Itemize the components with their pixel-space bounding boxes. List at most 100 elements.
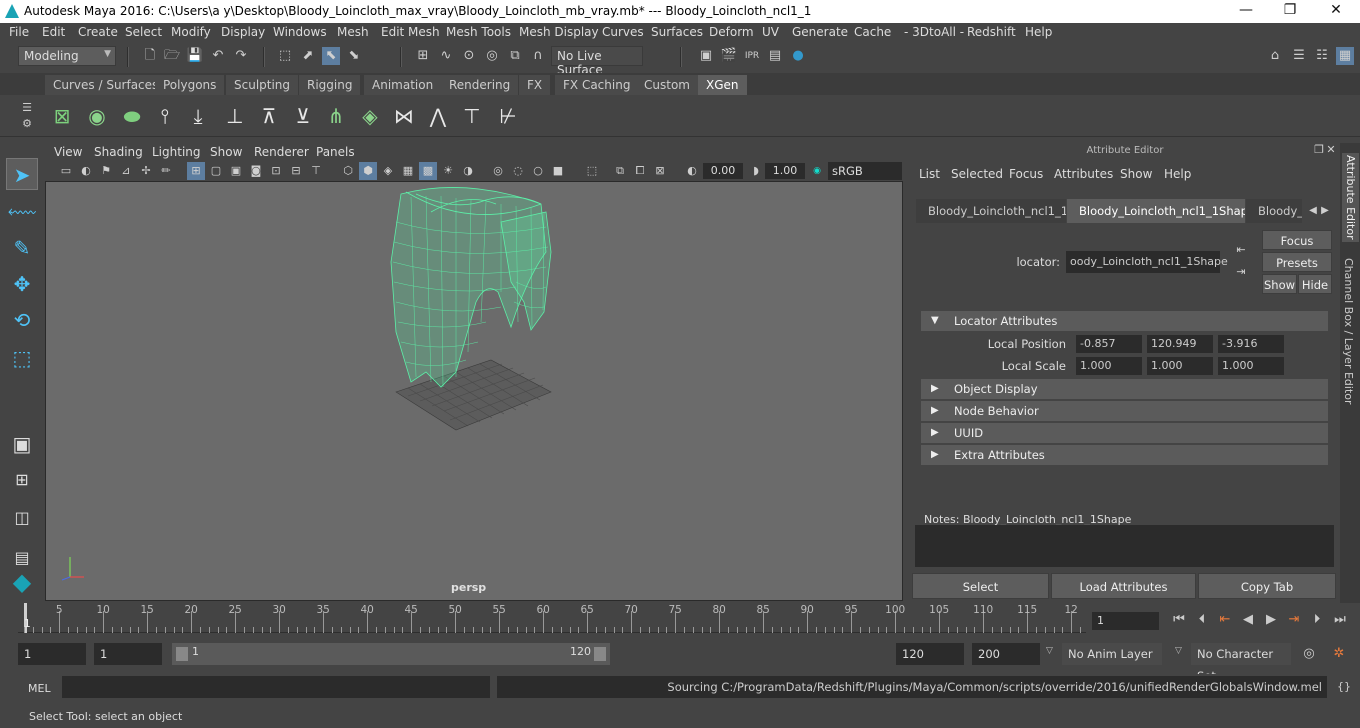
range-end-handle[interactable] (594, 647, 606, 661)
select-hierarchy-icon[interactable]: ⬚ (276, 47, 294, 65)
menu-deform[interactable]: Deform (709, 25, 754, 39)
close-panel-icon[interactable]: ✕ (1322, 143, 1340, 157)
shelf-tab-xgen[interactable]: XGen (698, 75, 747, 95)
menu-mesh-tools[interactable]: Mesh Tools (446, 25, 511, 39)
safe-action-icon[interactable]: ⊟ (287, 162, 305, 180)
menu-windows[interactable]: Windows (273, 25, 327, 39)
anti-alias-icon[interactable]: ○ (529, 162, 547, 180)
use-lights-icon[interactable]: ☀ (439, 162, 457, 180)
textured-icon[interactable]: ▦ (399, 162, 417, 180)
wireframe-on-shaded-icon[interactable]: ◈ (379, 162, 397, 180)
image-plane-icon[interactable]: ⊿ (117, 162, 135, 180)
viewport-menu-view[interactable]: View (54, 145, 82, 159)
menu-cache[interactable]: Cache (854, 25, 891, 39)
bend-guides-icon[interactable]: ⋔ (321, 101, 351, 131)
viewport-menu-lighting[interactable]: Lighting (152, 145, 201, 159)
xray-components-icon[interactable]: ⊠ (651, 162, 669, 180)
render-settings-icon[interactable]: ▤ (766, 47, 784, 65)
menu-file[interactable]: File (9, 25, 29, 39)
select-node-icon[interactable]: ⇤ (1232, 241, 1250, 259)
select-objects-icon[interactable]: ⬈ (299, 47, 317, 65)
delete-guides-icon[interactable]: ⊬ (493, 101, 523, 131)
viewport-menu-panels[interactable]: Panels (316, 145, 355, 159)
hide-button[interactable]: Hide (1298, 274, 1332, 294)
menu-generate[interactable]: Generate (792, 25, 848, 39)
menu-uv[interactable]: UV (762, 25, 779, 39)
attribute-editor-toggle-icon[interactable]: ☰ (1290, 47, 1308, 65)
xgen-preview-icon[interactable]: ◉ (82, 101, 112, 131)
shelf-settings-icon[interactable]: ⚙ (18, 115, 36, 133)
ae-tab-transform[interactable]: Bloody_Loincloth_ncl1_1 (916, 199, 1066, 223)
viewport-menu-renderer[interactable]: Renderer (254, 145, 309, 159)
local-position-x-field[interactable]: -0.857 (1076, 335, 1142, 353)
menu-help[interactable]: Help (1025, 25, 1052, 39)
shelf-tab-fx[interactable]: FX (519, 75, 551, 95)
snap-view-icon[interactable]: ◎ (483, 47, 501, 65)
playback-end-field[interactable]: 120 (896, 643, 964, 665)
load-attributes-button[interactable]: Load Attributes (1051, 573, 1196, 599)
two-view-layout-icon[interactable]: ◫ (6, 502, 38, 534)
ae-menu-attributes[interactable]: Attributes (1054, 167, 1113, 181)
shadows-icon[interactable]: ◑ (459, 162, 477, 180)
ae-menu-help[interactable]: Help (1164, 167, 1191, 181)
show-button[interactable]: Show (1262, 274, 1297, 294)
ae-menu-list[interactable]: List (919, 167, 940, 181)
range-slider[interactable]: 1 120 (172, 643, 610, 665)
gate-mask-icon[interactable]: ◙ (247, 162, 265, 180)
local-position-z-field[interactable]: -3.916 (1218, 335, 1284, 353)
film-gate-icon[interactable]: ▢ (207, 162, 225, 180)
playback-start-field[interactable]: 1 (94, 643, 162, 665)
grease-pencil-icon[interactable]: ✏ (157, 162, 175, 180)
menu-edit-mesh[interactable]: Edit Mesh (381, 25, 440, 39)
rebuild-guides-icon[interactable]: ⋈ (389, 101, 419, 131)
local-scale-y-field[interactable]: 1.000 (1147, 357, 1213, 375)
xgen-groom-icon[interactable]: ⬬ (117, 101, 147, 131)
xgen-editor-icon[interactable]: ⊠ (47, 101, 77, 131)
focus-button[interactable]: Focus (1262, 230, 1332, 250)
paint-select-tool-icon[interactable]: ✎ (6, 232, 38, 264)
open-scene-icon[interactable]: 🗁 (163, 47, 181, 65)
single-view-layout-icon[interactable]: ▣ (6, 428, 38, 460)
script-editor-icon[interactable]: {} (1335, 678, 1353, 696)
menu-surfaces[interactable]: Surfaces (651, 25, 703, 39)
menu-mesh-display[interactable]: Mesh Display (519, 25, 599, 39)
select-button[interactable]: Select (912, 573, 1049, 599)
snap-curve-icon[interactable]: ∿ (437, 47, 455, 65)
exposure-field[interactable]: 0.00 (703, 163, 743, 179)
menu-create[interactable]: Create (78, 25, 118, 39)
copy-tab-button[interactable]: Copy Tab (1198, 573, 1336, 599)
hypershade-icon[interactable]: ● (789, 47, 807, 65)
node-behavior-section[interactable]: ▶ Node Behavior (921, 401, 1328, 421)
resolution-gate-icon[interactable]: ▣ (227, 162, 245, 180)
locator-attributes-section[interactable]: ▼ Locator Attributes (921, 311, 1328, 331)
command-input[interactable] (62, 676, 490, 698)
select-tool-icon[interactable]: ➤ (6, 158, 38, 190)
presets-button[interactable]: Presets (1262, 252, 1332, 272)
viewport-persp[interactable]: persp (45, 181, 903, 601)
step-forward-key-icon[interactable]: ⏵ (1308, 611, 1326, 629)
animation-preferences-icon[interactable]: ✲ (1330, 645, 1348, 663)
gamma-icon[interactable]: ◗ (747, 162, 765, 180)
snap-surface-icon[interactable]: ⧉ (506, 47, 524, 65)
gamma-field[interactable]: 1.00 (765, 163, 805, 179)
motion-blur-icon[interactable]: ◌ (509, 162, 527, 180)
four-view-layout-icon[interactable]: ⊞ (6, 464, 38, 496)
xray-joints-icon[interactable]: ⧠ (631, 162, 649, 180)
anim-layer-select[interactable]: No Anim Layer (1062, 643, 1162, 665)
field-chart-icon[interactable]: ⊡ (267, 162, 285, 180)
notes-textarea[interactable] (915, 525, 1334, 567)
ae-menu-focus[interactable]: Focus (1009, 167, 1043, 181)
shelf-tab-custom[interactable]: Custom (636, 75, 698, 95)
magnet-icon[interactable]: ∩ (529, 47, 547, 65)
next-key-icon[interactable]: ⇥ (1285, 611, 1303, 629)
wireframe-icon[interactable]: ⬡ (339, 162, 357, 180)
xgen-mesh-icon[interactable]: ◈ (355, 101, 385, 131)
render-view-icon[interactable]: ▣ (697, 47, 715, 65)
local-position-y-field[interactable]: 120.949 (1147, 335, 1213, 353)
view-transform-select[interactable]: sRGB gamma (828, 162, 902, 196)
bookmark-icon[interactable]: ⚑ (97, 162, 115, 180)
play-forward-icon[interactable]: ▶ (1262, 611, 1280, 629)
object-display-section[interactable]: ▶ Object Display (921, 379, 1328, 399)
extra-attributes-section[interactable]: ▶ Extra Attributes (921, 445, 1328, 465)
channel-box-toggle-icon[interactable]: ▦ (1336, 47, 1354, 65)
